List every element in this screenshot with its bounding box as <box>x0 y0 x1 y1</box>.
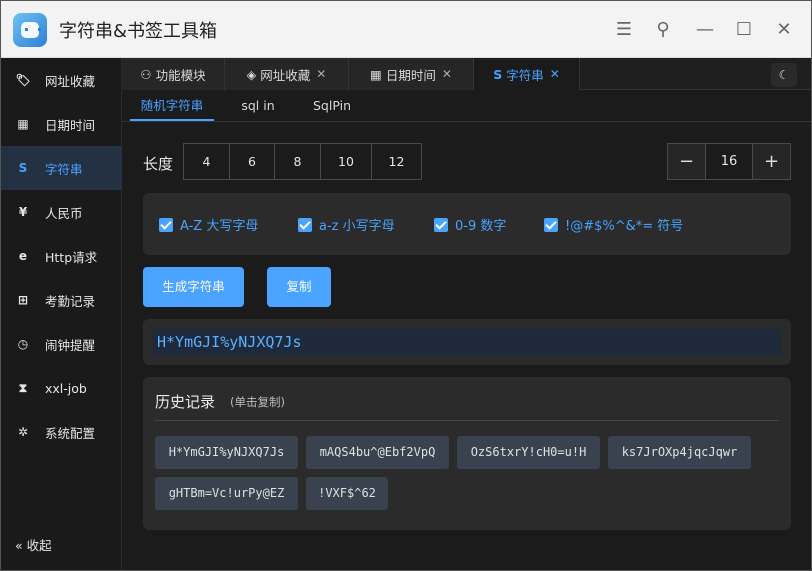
sidebar-item-label: 字符串 <box>45 161 83 177</box>
option-label: !@#$%^&*= 符号 <box>565 219 684 234</box>
sidebar-item-label: xxl-job <box>45 380 87 396</box>
browser-e-icon: e <box>18 249 28 263</box>
lowercase-checkbox[interactable]: a-z 小写字母 <box>298 215 395 234</box>
generate-button[interactable]: 生成字符串 <box>143 267 244 307</box>
yuan-icon: ¥ <box>18 205 28 219</box>
history-item[interactable]: !VXF$^62 <box>306 477 388 510</box>
length-preset-button[interactable]: 10 <box>320 143 372 180</box>
sidebar-item-http[interactable]: e Http请求 <box>1 234 122 278</box>
option-label: a-z 小写字母 <box>319 219 395 234</box>
title-bar: 字符串&书签工具箱 ☰ ⚲ — ☐ ✕ <box>1 1 811 58</box>
minimize-button[interactable]: — <box>692 17 718 43</box>
sidebar-item-datetime[interactable]: ▦ 日期时间 <box>1 102 122 146</box>
copy-button[interactable]: 复制 <box>267 267 331 307</box>
grid-icon: ⊞ <box>17 293 29 307</box>
tab-datetime[interactable]: ▦ 日期时间 ✕ <box>349 58 474 90</box>
subtab-random-string[interactable]: 随机字符串 <box>130 90 214 121</box>
tab-label: 网址收藏 <box>260 67 311 83</box>
length-preset-button[interactable]: 8 <box>274 143 321 180</box>
string-s-icon: S <box>18 161 28 175</box>
sidebar: 🏷 网址收藏 ▦ 日期时间 S 字符串 ¥ 人民币 e Http请求 ⊞ 考勤记… <box>1 58 122 570</box>
tab-bar: ⚇ 功能模块 ◈ 网址收藏 ✕ ▦ 日期时间 ✕ S 字符串 ✕ ☾ <box>122 58 811 90</box>
sidebar-item-label: 考勤记录 <box>45 293 96 309</box>
tab-label: 功能模块 <box>155 67 206 83</box>
main-content: 长度 4 6 8 10 12 − 16 + A-Z 大写字母 a-z 小写字母 … <box>123 122 811 570</box>
menu-icon[interactable]: ☰ <box>611 17 637 43</box>
subtab-sqlpin[interactable]: SqlPin <box>302 90 362 121</box>
app-window: 字符串&书签工具箱 ☰ ⚲ — ☐ ✕ 🏷 网址收藏 ▦ 日期时间 S 字符串 … <box>0 0 812 571</box>
sidebar-item-alarm[interactable]: ◷ 闹钟提醒 <box>1 322 122 366</box>
sidebar-item-label: 网址收藏 <box>45 73 96 89</box>
tag-icon: 🏷 <box>15 73 31 87</box>
gear-icon: ✲ <box>17 425 29 439</box>
history-item[interactable]: mAQS4bu^@Ebf2VpQ <box>306 436 449 469</box>
pin-icon[interactable]: ⚲ <box>650 17 676 43</box>
history-item[interactable]: OzS6txrY!cH0=u!H <box>457 436 600 469</box>
hourglass-icon: ⧗ <box>18 380 28 395</box>
checkbox-checked-icon <box>434 217 448 232</box>
theme-toggle-icon[interactable]: ☾ <box>771 63 797 87</box>
length-preset-button[interactable]: 6 <box>229 143 275 180</box>
sidebar-item-label: 人民币 <box>45 205 83 221</box>
sidebar-item-attendance[interactable]: ⊞ 考勤记录 <box>1 278 122 322</box>
tab-bookmarks[interactable]: ◈ 网址收藏 ✕ <box>225 58 349 90</box>
checkbox-checked-icon <box>544 217 558 232</box>
increment-button[interactable]: + <box>752 144 790 179</box>
divider <box>155 420 779 421</box>
sidebar-item-xxljob[interactable]: ⧗ xxl-job <box>1 366 122 410</box>
option-label: A-Z 大写字母 <box>180 219 259 234</box>
length-stepper: − 16 + <box>667 143 791 180</box>
length-preset-button[interactable]: 4 <box>183 143 230 180</box>
subtab-sql-in[interactable]: sql in <box>228 90 288 121</box>
history-item[interactable]: H*YmGJI%yNJXQ7Js <box>155 436 298 469</box>
length-value-input[interactable]: 16 <box>706 144 752 179</box>
result-output[interactable]: H*YmGJI%yNJXQ7Js <box>153 329 781 355</box>
calendar-icon: ▦ <box>370 66 382 82</box>
tag-icon: ◈ <box>246 66 257 82</box>
collapse-sidebar-button[interactable]: « 收起 <box>15 535 52 554</box>
tab-label: 字符串 <box>506 67 544 83</box>
decrement-button[interactable]: − <box>668 144 706 179</box>
close-icon[interactable]: ✕ <box>442 67 452 81</box>
tab-string[interactable]: S 字符串 ✕ <box>474 58 580 90</box>
sub-tab-bar: 随机字符串 sql in SqlPin <box>122 90 811 122</box>
history-title: 历史记录 <box>155 393 216 411</box>
checkbox-checked-icon <box>298 217 312 232</box>
option-label: 0-9 数字 <box>455 219 507 234</box>
history-item[interactable]: ks7JrOXp4jqcJqwr <box>608 436 751 469</box>
maximize-button[interactable]: ☐ <box>731 17 757 43</box>
charset-options-panel: A-Z 大写字母 a-z 小写字母 0-9 数字 !@#$%^&*= 符号 <box>143 193 791 255</box>
sidebar-item-label: Http请求 <box>45 249 98 265</box>
sidebar-item-settings[interactable]: ✲ 系统配置 <box>1 410 122 454</box>
sidebar-item-rmb[interactable]: ¥ 人民币 <box>1 190 122 234</box>
tab-label: 日期时间 <box>385 67 436 83</box>
sidebar-item-string[interactable]: S 字符串 <box>1 146 122 190</box>
calendar-icon: ▦ <box>17 117 29 131</box>
sidebar-item-bookmarks[interactable]: 🏷 网址收藏 <box>1 58 122 102</box>
uppercase-checkbox[interactable]: A-Z 大写字母 <box>159 215 258 234</box>
app-title: 字符串&书签工具箱 <box>59 21 218 42</box>
sidebar-item-label: 日期时间 <box>45 117 96 133</box>
users-icon: ⚇ <box>140 66 152 82</box>
tab-modules[interactable]: ⚇ 功能模块 <box>122 58 225 90</box>
result-panel: H*YmGJI%yNJXQ7Js <box>143 319 791 365</box>
symbols-checkbox[interactable]: !@#$%^&*= 符号 <box>544 215 683 234</box>
sidebar-item-label: 闹钟提醒 <box>45 337 96 353</box>
app-logo-icon <box>13 13 47 47</box>
checkbox-checked-icon <box>159 217 173 232</box>
length-preset-button[interactable]: 12 <box>371 143 422 180</box>
string-s-icon: S <box>493 66 503 82</box>
history-item[interactable]: gHTBm=Vc!urPy@EZ <box>155 477 298 510</box>
close-icon[interactable]: ✕ <box>316 67 326 81</box>
close-icon[interactable]: ✕ <box>550 67 560 81</box>
history-panel: 历史记录 (单击复制) H*YmGJI%yNJXQ7Js mAQS4bu^@Eb… <box>143 377 791 530</box>
sidebar-item-label: 系统配置 <box>45 425 96 441</box>
digits-checkbox[interactable]: 0-9 数字 <box>434 215 506 234</box>
close-button[interactable]: ✕ <box>771 17 797 43</box>
history-subtitle: (单击复制) <box>230 395 285 409</box>
length-label: 长度 <box>143 155 174 173</box>
clock-icon: ◷ <box>17 337 29 351</box>
